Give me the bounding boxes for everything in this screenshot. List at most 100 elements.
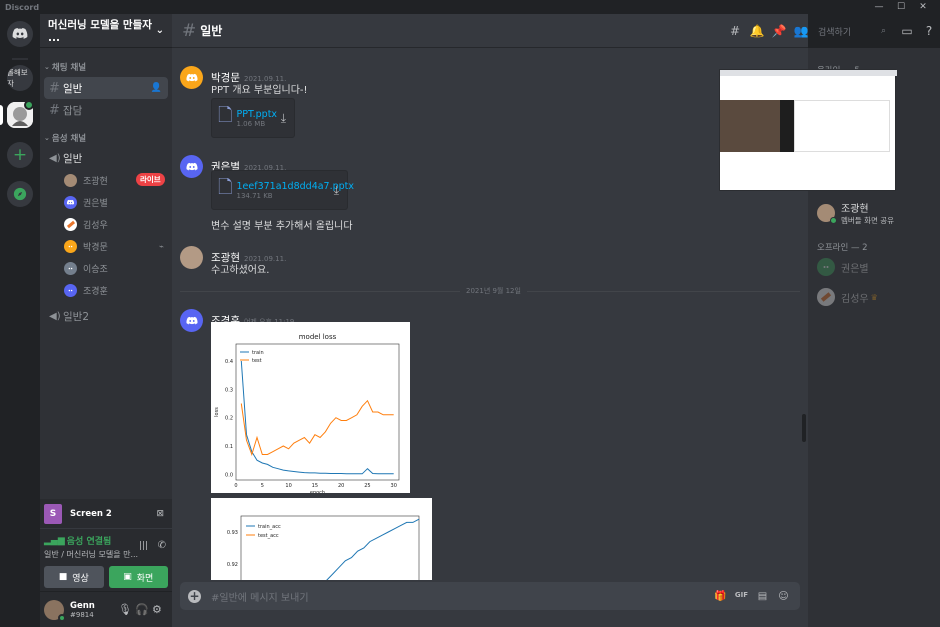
message-input[interactable]: #일반에 메시지 보내기 xyxy=(211,589,309,604)
active-guild-pill xyxy=(0,105,3,125)
compass-icon[interactable] xyxy=(7,181,33,207)
x-axis-label: epoch xyxy=(310,490,325,493)
message-composer[interactable]: + #일반에 메시지 보내기 🎁 GIF ▤ ☺ xyxy=(180,582,800,610)
gif-icon[interactable]: GIF xyxy=(731,591,752,602)
document-icon: 🗋 xyxy=(218,105,233,126)
channel-일반[interactable]: # 일반 👤 xyxy=(44,77,168,99)
preview-document xyxy=(794,100,890,152)
discord-avatar-icon xyxy=(817,258,835,276)
minimize-button[interactable]: — xyxy=(868,2,890,12)
voice-channel-일반2[interactable]: ◀) 일반2 xyxy=(44,305,168,327)
preview-browser-bar xyxy=(720,70,897,76)
date-divider: 2021년 9월 12일 xyxy=(180,286,800,296)
legend-label: train_acc xyxy=(258,524,281,530)
gear-icon[interactable]: ⚙ xyxy=(152,603,162,616)
category-text[interactable]: ⌄ 채팅 채널 xyxy=(40,60,172,74)
message-text: PPT 개요 부분입니다-! xyxy=(211,85,308,96)
member-item[interactable]: 김성우 ♛ xyxy=(817,288,878,306)
loss-chart-image[interactable]: model loss 0.0 0.1 0.2 0.3 0.4 0 5 10 15 20 25 30 los… xyxy=(211,322,410,493)
hash-icon: # xyxy=(49,102,60,118)
channel-잡담[interactable]: # 잡담 xyxy=(44,99,168,121)
accuracy-chart-image[interactable]: 0.92 0.93 train_acc test_acc xyxy=(211,498,432,580)
voice-connection-panel: ▂▄▆ 음성 연결됨 일반 / 머신러닝 모델을 만... ||| ✆ ■ 영상… xyxy=(40,529,172,591)
voice-channel-일반[interactable]: ◀) 일반 xyxy=(44,147,168,169)
collapse-chevron-icon: ⌄ xyxy=(44,63,50,71)
disconnect-call-icon[interactable]: ✆ xyxy=(158,540,166,551)
member-list-icon[interactable]: 👥 xyxy=(790,24,812,38)
add-server-icon[interactable]: + xyxy=(7,142,33,168)
discord-avatar-icon[interactable] xyxy=(180,155,203,178)
y-tick-label: 0.0 xyxy=(225,472,233,478)
y-tick-label: 0.1 xyxy=(225,444,233,450)
scrollbar-thumb[interactable] xyxy=(802,414,806,442)
file-size: 1.06 MB xyxy=(236,119,266,128)
live-badge: 라이브 xyxy=(136,173,165,186)
member-item[interactable]: 권은별 xyxy=(817,258,869,276)
guild-rail: 롤해보자 + xyxy=(0,14,40,627)
discord-avatar-icon xyxy=(64,261,77,275)
voice-user[interactable]: 이승조 xyxy=(40,257,172,279)
guild-롤해보자[interactable]: 롤해보자 xyxy=(7,65,33,91)
voice-location[interactable]: 일반 / 머신러닝 모델을 만... xyxy=(44,549,168,560)
bell-icon[interactable]: 🔔 xyxy=(746,24,768,38)
inbox-icon[interactable]: ▭ xyxy=(896,24,918,38)
video-button[interactable]: ■ 영상 xyxy=(44,566,104,588)
file-attachment: 🗋 PPT.pptx 1.06 MB ⤓ xyxy=(211,98,295,138)
x-tick-label: 0 xyxy=(234,483,237,489)
discord-home-icon[interactable] xyxy=(7,21,33,47)
search-input[interactable]: 검색하기 ⌕ xyxy=(814,22,890,40)
discord-avatar-icon xyxy=(64,239,77,253)
voice-user[interactable]: 조광현 라이브 xyxy=(40,169,172,191)
avatar[interactable] xyxy=(180,246,203,269)
channel-title: 일반 xyxy=(200,24,223,38)
deafened-icon: ⌁ xyxy=(159,241,164,251)
noise-suppression-icon[interactable]: ||| xyxy=(139,541,148,551)
file-attachment: 🗋 1eef371a1d8dd4a7.pptx 134.71 KB ⤓ xyxy=(211,170,354,210)
emoji-icon[interactable]: ☺ xyxy=(773,591,794,602)
y-tick-label: 0.93 xyxy=(227,530,238,536)
voice-user[interactable]: 김성우 xyxy=(40,213,172,235)
maximize-button[interactable]: ☐ xyxy=(890,2,912,12)
download-icon[interactable]: ⤓ xyxy=(334,183,339,198)
x-tick-label: 20 xyxy=(338,483,344,489)
close-window-button[interactable]: ✕ xyxy=(912,2,934,12)
y-tick-label: 0.92 xyxy=(227,562,238,568)
hash-icon: # xyxy=(49,80,60,96)
sticker-icon[interactable]: ▤ xyxy=(752,591,773,602)
discord-avatar-icon[interactable] xyxy=(180,309,203,332)
server-header[interactable]: 머신러닝 모델을 만들자 ... ⌄ xyxy=(40,14,172,48)
document-icon: 🗋 xyxy=(218,177,233,198)
channel-sidebar: 머신러닝 모델을 만들자 ... ⌄ ⌄ 채팅 채널 # 일반 👤 # 잡담 ⌄… xyxy=(40,14,172,627)
gift-icon[interactable]: 🎁 xyxy=(710,591,731,602)
online-status-icon xyxy=(830,217,837,224)
voice-user[interactable]: 권은별 xyxy=(40,191,172,213)
voice-status[interactable]: 음성 연결됨 xyxy=(67,534,112,547)
speaker-icon: ◀) xyxy=(49,152,61,164)
invite-member-icon[interactable]: 👤 xyxy=(151,83,162,93)
search-icon: ⌕ xyxy=(880,26,886,36)
stream-preview[interactable] xyxy=(719,69,897,191)
legend-label: train xyxy=(252,350,264,356)
y-tick-label: 0.4 xyxy=(225,359,233,365)
help-icon[interactable]: ? xyxy=(918,24,940,38)
speaker-icon: ◀) xyxy=(49,310,61,322)
microphone-icon[interactable]: 🎙 xyxy=(118,603,132,616)
pin-icon[interactable]: 📌 xyxy=(768,24,790,38)
download-icon[interactable]: ⤓ xyxy=(281,111,286,126)
file-name[interactable]: PPT.pptx xyxy=(236,109,277,120)
member-item[interactable]: 조광현 멤버들 화면 공유 xyxy=(817,200,894,226)
signal-icon[interactable]: ▂▄▆ xyxy=(44,536,65,546)
add-attachment-icon[interactable]: + xyxy=(188,589,201,603)
category-voice[interactable]: ⌄ 음성 채널 xyxy=(40,131,172,145)
preview-dark-panel xyxy=(780,100,794,152)
user-avatar[interactable] xyxy=(44,599,66,622)
stop-stream-icon[interactable]: ⊠ xyxy=(156,509,164,519)
legend-label: test xyxy=(252,358,262,364)
screen-share-button[interactable]: ▣ 화면 xyxy=(108,566,168,588)
username: Genn xyxy=(70,600,95,611)
discord-avatar-icon[interactable] xyxy=(180,66,203,89)
headphones-icon[interactable]: 🎧 xyxy=(135,603,149,616)
voice-user[interactable]: 조경훈 xyxy=(40,279,172,301)
voice-user[interactable]: 박경문 ⌁ xyxy=(40,235,172,257)
threads-icon[interactable]: # xyxy=(724,24,746,38)
